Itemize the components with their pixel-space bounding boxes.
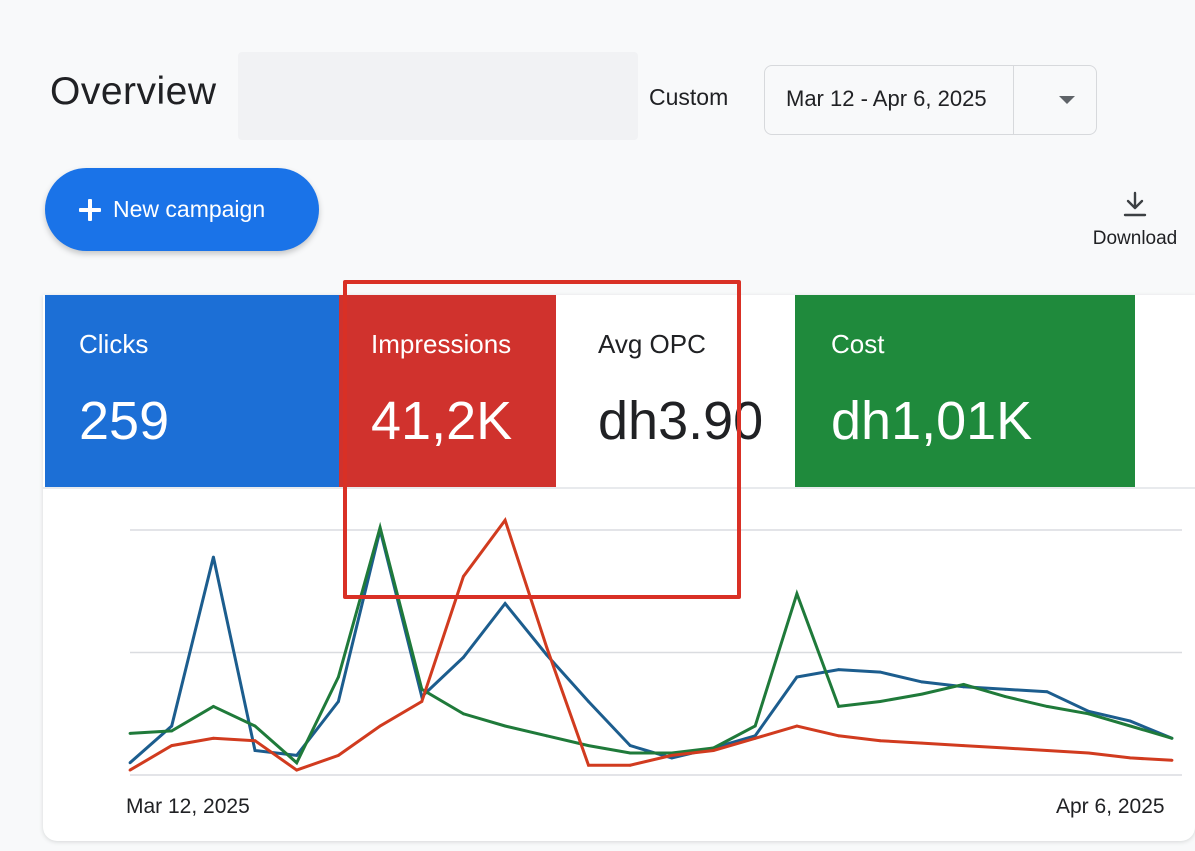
data-point (128, 768, 132, 772)
data-point (253, 724, 257, 728)
data-point (212, 555, 215, 559)
data-point (503, 602, 507, 605)
data-point (795, 675, 799, 679)
data-point (587, 700, 590, 703)
data-point (920, 741, 924, 745)
data-point (170, 744, 174, 747)
data-point (337, 675, 340, 679)
data-point (920, 692, 924, 696)
data-point (587, 744, 590, 747)
data-point (170, 729, 174, 733)
data-point (753, 736, 757, 740)
data-point (587, 763, 590, 767)
data-point (837, 705, 840, 708)
data-point (628, 744, 632, 747)
data-point (795, 592, 799, 596)
x-axis-start-label: Mar 12, 2025 (126, 795, 250, 818)
data-point (670, 754, 674, 757)
data-point (295, 754, 299, 757)
data-point (503, 724, 507, 728)
data-point (128, 761, 132, 765)
data-point (462, 712, 465, 716)
data-point (253, 739, 257, 743)
data-point (795, 724, 799, 728)
data-point (1045, 690, 1049, 694)
data-point (1128, 756, 1132, 760)
data-point (420, 687, 424, 691)
data-point (1128, 724, 1132, 728)
data-point (295, 768, 299, 772)
data-point (545, 734, 549, 738)
data-point (878, 700, 882, 703)
data-point (837, 668, 840, 671)
data-point (295, 761, 299, 765)
data-point (628, 763, 632, 767)
data-point (212, 705, 215, 708)
data-point (128, 732, 132, 735)
data-point (628, 751, 632, 755)
data-point (712, 749, 715, 752)
data-point (545, 646, 549, 649)
data-point (337, 754, 340, 757)
data-point (212, 736, 215, 740)
data-point (1170, 758, 1174, 762)
data-point (1087, 751, 1090, 755)
data-point (1170, 736, 1174, 740)
data-point (1128, 719, 1132, 723)
data-point (462, 656, 465, 659)
data-point (420, 700, 424, 703)
data-point (170, 724, 174, 728)
data-point (753, 724, 757, 728)
data-point (878, 739, 882, 743)
data-point (837, 734, 840, 738)
data-point (378, 724, 382, 728)
data-point (878, 670, 882, 674)
data-point (253, 749, 257, 752)
data-point (1045, 705, 1049, 708)
data-point (1003, 746, 1007, 750)
data-point (1003, 687, 1007, 691)
data-point (962, 744, 965, 747)
highlight-annotation (343, 280, 741, 599)
data-point (1003, 695, 1007, 698)
data-point (920, 680, 924, 684)
data-point (962, 683, 965, 686)
x-axis-end-label: Apr 6, 2025 (1056, 795, 1165, 818)
data-point (337, 700, 340, 703)
data-point (1045, 749, 1049, 752)
data-point (1087, 712, 1090, 716)
